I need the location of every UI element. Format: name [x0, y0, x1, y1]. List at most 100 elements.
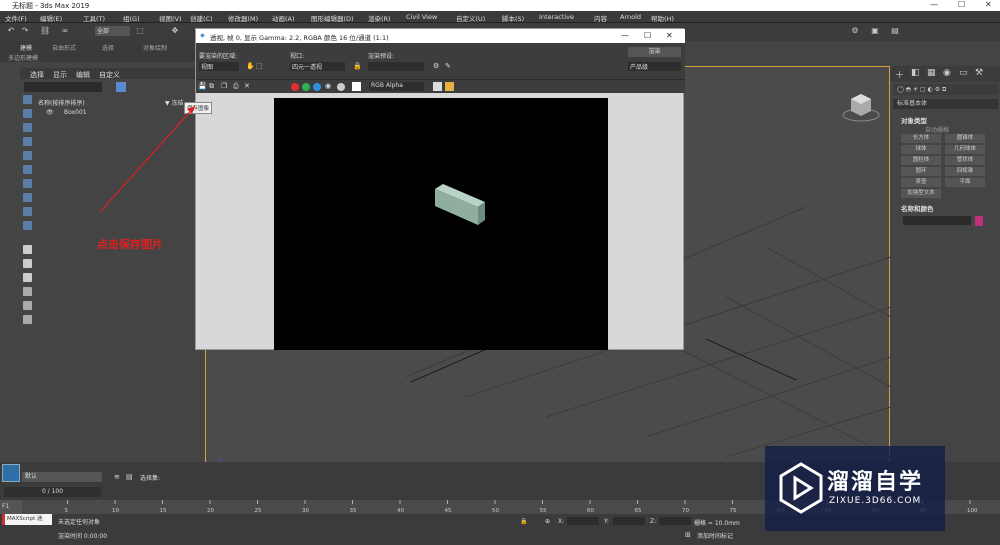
menu-item-15[interactable]: Arnold	[620, 13, 641, 21]
render-frame-icon[interactable]: ▤	[890, 26, 900, 36]
channel-select[interactable]: RGB Alpha	[369, 82, 424, 91]
select-icon[interactable]: ⬚	[135, 26, 145, 36]
x-field[interactable]	[567, 517, 599, 525]
visibility-icon[interactable]: 👁	[46, 109, 54, 116]
undo-icon[interactable]: ↶	[6, 26, 16, 36]
geometry-icon[interactable]: ◯ ◓ ☀ ▢ ◐ ⚙ ⧉	[897, 86, 946, 93]
menu-item-14[interactable]: 内容	[594, 13, 607, 23]
environment-icon[interactable]: ✎	[445, 62, 451, 70]
display-tab-icon[interactable]: ▭	[959, 68, 968, 78]
text-plus-button[interactable]: 加强型文本	[901, 189, 941, 198]
layer-manager-icon[interactable]	[2, 464, 20, 482]
filter-funnel-icon[interactable]	[23, 301, 32, 310]
cone-button[interactable]: 圆锥体	[945, 134, 985, 143]
layer-select[interactable]: 默认	[22, 472, 102, 482]
dialog-close-button[interactable]: ✕	[666, 31, 673, 40]
render-setup-icon-dlg[interactable]: ⚙	[433, 62, 439, 70]
menu-item-11[interactable]: 自定义(U)	[456, 13, 485, 23]
viewcube-icon[interactable]	[841, 87, 881, 127]
green-channel-icon[interactable]	[302, 83, 310, 91]
display-shapes-icon[interactable]	[23, 123, 32, 132]
display-cameras-icon[interactable]	[23, 151, 32, 160]
time-slider[interactable]: 0 / 100	[4, 487, 101, 497]
sort-icon[interactable]	[23, 287, 32, 296]
lock-viewport-icon[interactable]: 🔒	[353, 62, 362, 70]
display-geometry-icon[interactable]	[23, 109, 32, 118]
scene-menu-select[interactable]: 选择	[30, 70, 44, 80]
menu-item-8[interactable]: 图形编辑器(D)	[311, 13, 354, 23]
auto-grid-checkbox[interactable]: 自动栅格	[925, 125, 949, 134]
menu-item-12[interactable]: 脚本(S)	[502, 13, 524, 23]
maxscript-listener[interactable]: MAXScript 迷	[2, 514, 52, 525]
display-groups-icon[interactable]	[23, 193, 32, 202]
menu-item-6[interactable]: 修改器(M)	[228, 13, 258, 23]
menu-item-0[interactable]: 文件(F)	[5, 13, 27, 23]
copy-image-icon[interactable]: ⧉	[209, 82, 214, 91]
filter-icon[interactable]	[116, 82, 126, 92]
preset-select[interactable]	[368, 62, 424, 71]
timeline-toggle[interactable]: F1	[0, 500, 22, 514]
render-button[interactable]: 渲染	[628, 47, 681, 57]
tab-freeform[interactable]: 自由形式	[52, 43, 76, 52]
motion-tab-icon[interactable]: ◉	[943, 68, 951, 78]
frame-buffer-icon[interactable]	[445, 82, 454, 91]
mono-channel-icon[interactable]	[337, 83, 345, 91]
hierarchy-tab-icon[interactable]: ▦	[927, 68, 936, 78]
clone-window-icon[interactable]: ❐	[221, 82, 227, 90]
render-icon[interactable]: ▣	[870, 26, 880, 36]
product-select[interactable]: 产品级	[628, 62, 681, 71]
layers-icon[interactable]: ≋	[114, 473, 120, 481]
display-xrefs-icon[interactable]	[23, 207, 32, 216]
selection-filter-select[interactable]: 全部	[95, 26, 130, 36]
scene-menu-display[interactable]: 显示	[53, 70, 67, 80]
sphere-button[interactable]: 球体	[901, 145, 941, 154]
lock-icon[interactable]: ✋	[246, 62, 255, 70]
move-icon[interactable]: ✥	[170, 26, 180, 36]
red-channel-icon[interactable]	[291, 83, 299, 91]
menu-item-2[interactable]: 工具(T)	[83, 13, 105, 23]
menu-item-13[interactable]: Interactive	[539, 13, 574, 21]
layer-icon[interactable]	[23, 315, 32, 324]
modify-tab-icon[interactable]: ◧	[911, 68, 920, 78]
primitive-type-select[interactable]: 标准基本体	[893, 99, 998, 109]
name-column-header[interactable]: 名称(按排序排序)	[38, 98, 85, 107]
display-bones-icon[interactable]	[23, 221, 32, 230]
display-lights-icon[interactable]	[23, 137, 32, 146]
scene-explorer-icon[interactable]: ▤	[126, 473, 133, 481]
plane-button[interactable]: 平面	[945, 178, 985, 187]
menu-item-10[interactable]: Civil View	[406, 13, 437, 21]
close-button[interactable]: ✕	[985, 0, 992, 9]
add-time-tag[interactable]: 添加时间标记	[697, 531, 733, 540]
create-tab-icon[interactable]: ＋	[895, 68, 904, 81]
z-field[interactable]	[659, 517, 691, 525]
object-name-input[interactable]	[903, 216, 971, 225]
dialog-maximize-button[interactable]: ☐	[644, 31, 651, 40]
tab-object-paint[interactable]: 对象绘制	[143, 43, 167, 52]
blue-channel-icon[interactable]	[313, 83, 321, 91]
alpha-channel-icon[interactable]: ◉	[325, 82, 331, 90]
display-all-icon[interactable]	[23, 95, 32, 104]
scene-item-box001[interactable]: Box001	[64, 109, 87, 116]
scene-menu-customize[interactable]: 自定义	[99, 70, 120, 80]
menu-item-7[interactable]: 动画(A)	[272, 13, 295, 23]
pyramid-button[interactable]: 四棱锥	[945, 167, 985, 176]
torus-button[interactable]: 圆环	[901, 167, 941, 176]
scene-menu-edit[interactable]: 编辑	[76, 70, 90, 80]
save-image-icon[interactable]: 💾	[198, 82, 207, 90]
viewport-select[interactable]: 四元一透视	[290, 62, 345, 71]
utilities-tab-icon[interactable]: ⚒	[975, 68, 983, 78]
redo-icon[interactable]: ↷	[20, 26, 30, 36]
render-setup-icon[interactable]: ⚙	[850, 26, 860, 36]
display-frozen-icon[interactable]	[23, 273, 32, 282]
display-helpers-icon[interactable]	[23, 165, 32, 174]
unlink-icon[interactable]: ∞	[60, 26, 70, 36]
clear-icon[interactable]: ✕	[244, 82, 250, 90]
y-field[interactable]	[613, 517, 645, 525]
dialog-minimize-button[interactable]: —	[621, 31, 629, 40]
minimize-button[interactable]: —	[930, 0, 938, 9]
name-color-rollout[interactable]: 名称和颜色	[901, 203, 934, 213]
box-button[interactable]: 长方体	[901, 134, 941, 143]
menu-item-1[interactable]: 编辑(E)	[40, 13, 62, 23]
tab-modeling[interactable]: 建模	[20, 43, 32, 52]
color-swatch[interactable]	[352, 82, 361, 91]
